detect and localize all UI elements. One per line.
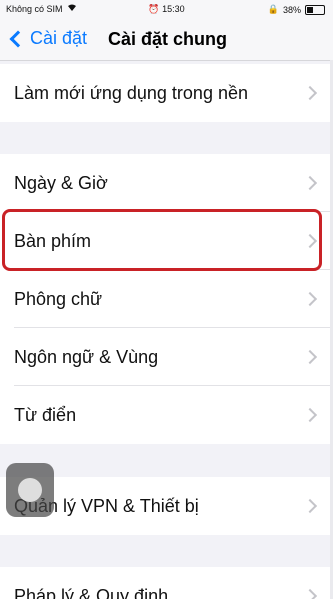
back-button[interactable]: Cài đặt	[6, 28, 87, 49]
row-label: Bàn phím	[14, 230, 92, 251]
battery-icon	[305, 4, 325, 15]
page-title: Cài đặt chung	[108, 29, 228, 49]
settings-group-2: Ngày & Giờ Bàn phím Phông chữ Ngôn ngữ &…	[0, 154, 333, 444]
chevron-right-icon	[302, 407, 318, 423]
chevron-left-icon	[9, 30, 27, 47]
back-label: Cài đặt	[30, 28, 88, 48]
row-label: Phông chữ	[14, 288, 103, 309]
row-language-region[interactable]: Ngôn ngữ & Vùng	[0, 328, 333, 386]
battery-percent: 38%	[282, 4, 301, 15]
chevron-right-icon	[302, 291, 318, 307]
status-time: 15:30	[162, 4, 185, 14]
row-label: Từ điển	[14, 404, 77, 425]
row-background-app-refresh[interactable]: Làm mới ứng dụng trong nền	[0, 64, 333, 122]
chevron-right-icon	[302, 349, 318, 365]
alarm-icon: ⏰	[148, 4, 160, 14]
chevron-right-icon	[302, 498, 318, 514]
row-legal-regulatory[interactable]: Pháp lý & Quy định	[0, 567, 333, 599]
row-dictionary[interactable]: Từ điển	[0, 386, 333, 444]
chevron-right-icon	[302, 175, 318, 191]
chevron-right-icon	[302, 233, 318, 249]
assistive-touch-button[interactable]	[6, 463, 54, 517]
chevron-right-icon	[302, 588, 318, 599]
row-label: Ngôn ngữ & Vùng	[14, 346, 159, 367]
settings-group-4: Pháp lý & Quy định	[0, 567, 333, 599]
status-bar: Không có SIM ⏰ 15:30 🔒 38%	[0, 0, 333, 20]
chevron-right-icon	[302, 85, 318, 101]
row-label: Làm mới ứng dụng trong nền	[14, 82, 248, 103]
row-keyboard[interactable]: Bàn phím	[0, 212, 333, 270]
row-date-time[interactable]: Ngày & Giờ	[0, 154, 333, 212]
navigation-bar: Cài đặt Cài đặt chung	[0, 20, 333, 61]
status-right: 🔒 38%	[268, 4, 325, 15]
row-fonts[interactable]: Phông chữ	[0, 270, 333, 328]
settings-group-1: Làm mới ứng dụng trong nền	[0, 64, 333, 122]
rotation-lock-icon: 🔒	[267, 4, 279, 14]
row-label: Ngày & Giờ	[14, 172, 108, 193]
row-label: Pháp lý & Quy định	[14, 585, 169, 599]
